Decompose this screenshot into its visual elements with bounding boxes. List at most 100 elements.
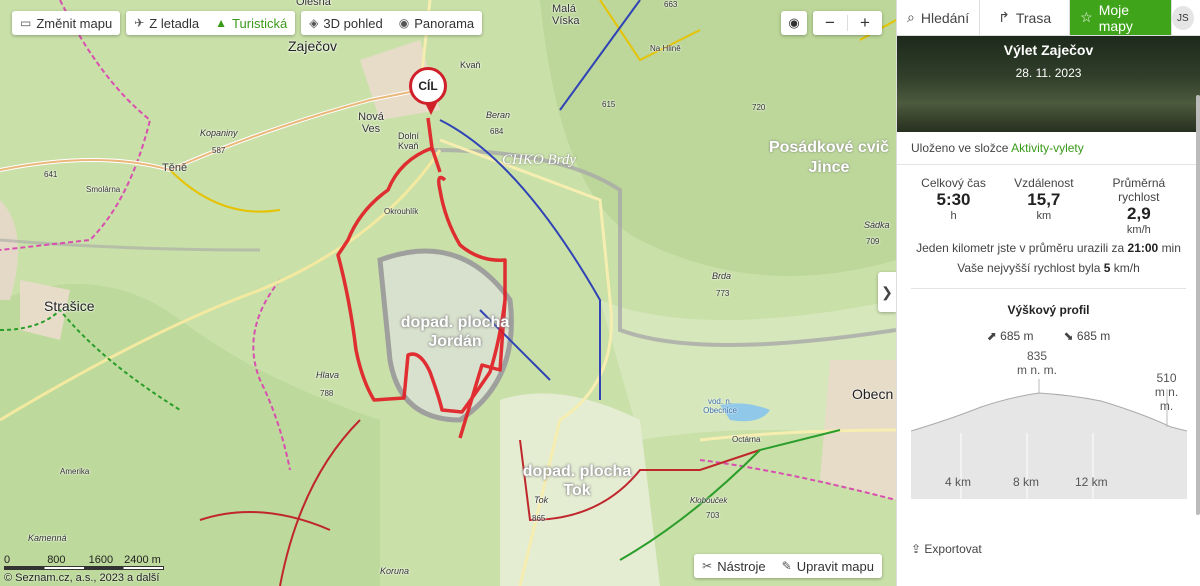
place-label: Beran <box>486 110 511 120</box>
place-label: Malá Víska <box>552 3 580 27</box>
zoom-in-button[interactable]: + <box>848 11 882 35</box>
map-toolbar: ▭ Změnit mapu ✈ Z letadla ▲ Turistická ◈ 3D … <box>12 11 483 35</box>
locate-icon: ◉ <box>788 15 800 30</box>
tab-route[interactable]: ↱ Trasa <box>980 0 1071 35</box>
folder-link[interactable]: Aktivity-vylety <box>1011 141 1084 155</box>
cube-icon: ◈ <box>309 16 319 30</box>
finish-marker[interactable]: CÍL <box>409 67 447 115</box>
area-label-jordan: dopad. plocha Jordán <box>400 314 510 350</box>
tools-button[interactable]: ✂ Nástroje <box>694 554 774 578</box>
arrow-up-right-icon: ⬈ <box>986 329 997 343</box>
place-label: Zaječov <box>288 38 338 54</box>
tools-icon: ✂ <box>702 559 713 573</box>
export-button[interactable]: ⇪ Exportovat <box>911 542 982 556</box>
place-label: Kvaň <box>460 60 481 70</box>
place-label: Amerika <box>60 467 90 476</box>
panel-toggle-button[interactable]: ❯ <box>878 272 896 312</box>
height-label: 663 <box>664 0 678 9</box>
stat-speed: Průměrná rychlost 2,9 km/h <box>1112 176 1166 236</box>
tab-my-maps[interactable]: ☆ Moje mapy <box>1070 0 1172 35</box>
place-label: Hlava <box>316 370 340 380</box>
place-label: Na Hlině <box>650 44 681 53</box>
zoom-group: − + <box>813 11 882 35</box>
mountain-icon: ▲ <box>215 16 228 30</box>
place-label: Koruna <box>380 566 410 576</box>
trip-stats: Celkový čas 5:30 h Vzdálenost 15,7 km Pr… <box>897 165 1200 236</box>
place-label: Strašice <box>44 298 95 314</box>
map-bottom-toolbar: ✂ Nástroje ✎ Upravit mapu <box>694 554 882 578</box>
side-panel: ⌕ Hledání ↱ Trasa ☆ Moje mapy JS Výlet Zaje… <box>896 0 1200 586</box>
place-label: Octárna <box>732 435 761 444</box>
ascent-descent: ⬈ 685 m ⬊ 685 m <box>911 329 1186 343</box>
trip-header: Výlet Zaječov 28. 11. 2023 <box>897 36 1200 132</box>
profile-title: Výškový profil <box>1007 303 1090 317</box>
saved-folder-line: Uloženo ve složce Aktivity-vylety <box>897 132 1200 165</box>
km-tick: 8 km <box>1013 475 1040 489</box>
height-label: 709 <box>866 237 880 246</box>
trip-date: 28. 11. 2023 <box>1015 66 1082 80</box>
descent: ⬊ 685 m <box>1063 329 1111 343</box>
map-base <box>0 0 896 586</box>
place-label: Nová Ves <box>358 111 384 135</box>
chevron-right-icon: ❯ <box>881 283 893 300</box>
pencil-icon: ✎ <box>781 559 792 573</box>
locate-button[interactable]: ◉ <box>781 11 807 35</box>
height-label: 615 <box>602 100 616 109</box>
zoom-controls: ◉ − + <box>781 11 882 35</box>
map-type-group: ✈ Z letadla ▲ Turistická <box>126 11 296 35</box>
elevation-chart[interactable]: 835 m n. m. 510 m n. m. 4 km 8 km 12 km <box>911 349 1187 499</box>
place-label: Obecn <box>852 386 894 402</box>
max-elevation-label: 835 m n. m. <box>1017 349 1058 377</box>
scale-bar <box>4 566 164 570</box>
panorama-button[interactable]: ◉ Panorama <box>390 11 483 35</box>
map-canvas[interactable]: ▭ Změnit mapu ✈ Z letadla ▲ Turistická ◈ 3D … <box>0 0 896 586</box>
height-label: 788 <box>320 389 334 398</box>
chko-label: CHKO Brdy <box>502 152 577 168</box>
arrow-down-right-icon: ⬊ <box>1063 329 1074 343</box>
copyright[interactable]: © Seznam.cz, a.s., 2023 a další <box>4 572 159 584</box>
max-speed-note: Vaše nejvyšší rychlost byla 5 km/h <box>957 261 1140 275</box>
aerial-button[interactable]: ✈ Z letadla <box>126 11 208 35</box>
panel-tabs: ⌕ Hledání ↱ Trasa ☆ Moje mapy JS <box>897 0 1200 36</box>
tab-search[interactable]: ⌕ Hledání <box>897 0 981 35</box>
place-label: Klobouček <box>690 496 728 505</box>
place-label: Kopaniny <box>200 128 238 138</box>
view-group: ◈ 3D pohled ◉ Panorama <box>301 11 483 35</box>
change-map-button[interactable]: ▭ Změnit mapu <box>12 11 121 35</box>
stat-time: Celkový čas 5:30 h <box>921 176 986 222</box>
area-label-tok: dopad. plocha Tok <box>522 463 632 499</box>
tourist-button[interactable]: ▲ Turistická <box>207 11 296 35</box>
elevation-profile: Výškový profil ⬈ 685 m ⬊ 685 m 835 m n. m… <box>911 288 1187 499</box>
view3d-button[interactable]: ◈ 3D pohled <box>301 11 391 35</box>
ascent: ⬈ 685 m <box>986 329 1034 343</box>
panel-scrollbar[interactable] <box>1196 95 1200 515</box>
scale-labels: 0 800 1600 2400 m <box>4 554 161 566</box>
place-label: Okrouhlík <box>384 207 419 216</box>
place-label: Brda <box>712 271 732 281</box>
place-label: Dolní Kvaň <box>398 131 420 151</box>
export-icon: ⇪ <box>911 542 922 556</box>
height-label: 703 <box>706 511 720 520</box>
height-label: 587 <box>212 146 226 155</box>
height-label: 773 <box>716 289 730 298</box>
place-label: Smolárna <box>86 185 121 194</box>
height-label: 641 <box>44 170 58 179</box>
place-label: Olešná <box>296 0 331 8</box>
edit-map-button[interactable]: ✎ Upravit mapu <box>773 554 882 578</box>
km-tick: 12 km <box>1075 475 1108 489</box>
plane-icon: ✈ <box>134 16 145 30</box>
zoom-out-button[interactable]: − <box>813 11 847 35</box>
end-elevation-label: 510 m n. m. <box>1154 371 1179 413</box>
place-label: Kamenná <box>28 533 67 543</box>
search-icon: ⌕ <box>907 9 915 25</box>
km-tick: 4 km <box>945 475 972 489</box>
trip-title: Výlet Zaječov <box>1003 42 1094 58</box>
map-layers-icon: ▭ <box>20 16 32 30</box>
star-icon: ☆ <box>1080 9 1093 25</box>
user-avatar[interactable]: JS <box>1171 6 1194 30</box>
place-label: Těně <box>162 162 188 174</box>
height-label: 720 <box>752 103 766 112</box>
water-label: vod. n. Obecnice <box>703 397 737 415</box>
stat-distance: Vzdálenost 15,7 km <box>1014 176 1074 222</box>
height-label: 865 <box>532 514 546 523</box>
